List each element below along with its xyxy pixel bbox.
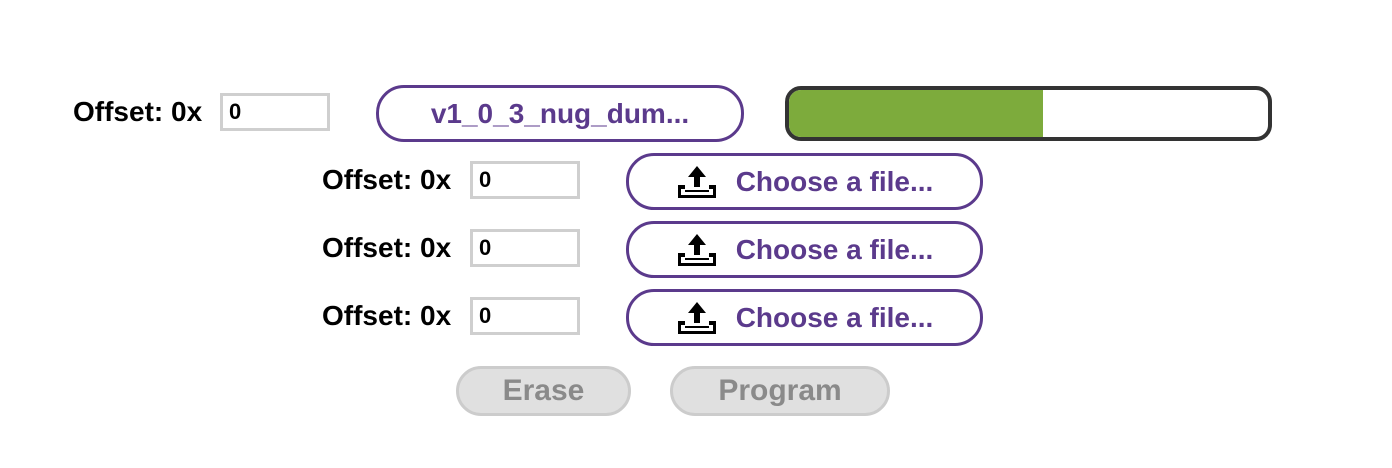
- upload-tray-icon: [677, 233, 716, 266]
- offset-label-2: Offset: 0x: [322, 164, 452, 195]
- file-chooser-label-4: Choose a file...: [735, 301, 934, 333]
- offset-label-4: Offset: 0x: [322, 300, 452, 331]
- offset-input-4[interactable]: [470, 297, 580, 335]
- offset-input-3[interactable]: [470, 229, 580, 267]
- file-chooser-button-3[interactable]: Choose a file...: [626, 221, 983, 278]
- file-chooser-label-3: Choose a file...: [735, 233, 934, 265]
- program-button[interactable]: Program: [670, 366, 890, 416]
- offset-label-1: Offset: 0x: [73, 96, 203, 127]
- upload-tray-icon: [677, 165, 716, 198]
- erase-button[interactable]: Erase: [456, 366, 631, 416]
- file-chooser-button-2[interactable]: Choose a file...: [626, 153, 983, 210]
- file-chooser-label-1: v1_0_3_nug_dum...: [430, 97, 690, 129]
- file-chooser-button-4[interactable]: Choose a file...: [626, 289, 983, 346]
- offset-input-2[interactable]: [470, 161, 580, 199]
- offset-input-1[interactable]: [220, 93, 330, 131]
- progress-bar-fill: [789, 90, 1043, 137]
- upload-progress-bar: [785, 86, 1272, 141]
- upload-tray-icon: [677, 301, 716, 334]
- offset-label-3: Offset: 0x: [322, 232, 452, 263]
- file-chooser-button-1[interactable]: v1_0_3_nug_dum...: [376, 85, 744, 142]
- file-chooser-label-2: Choose a file...: [735, 165, 934, 197]
